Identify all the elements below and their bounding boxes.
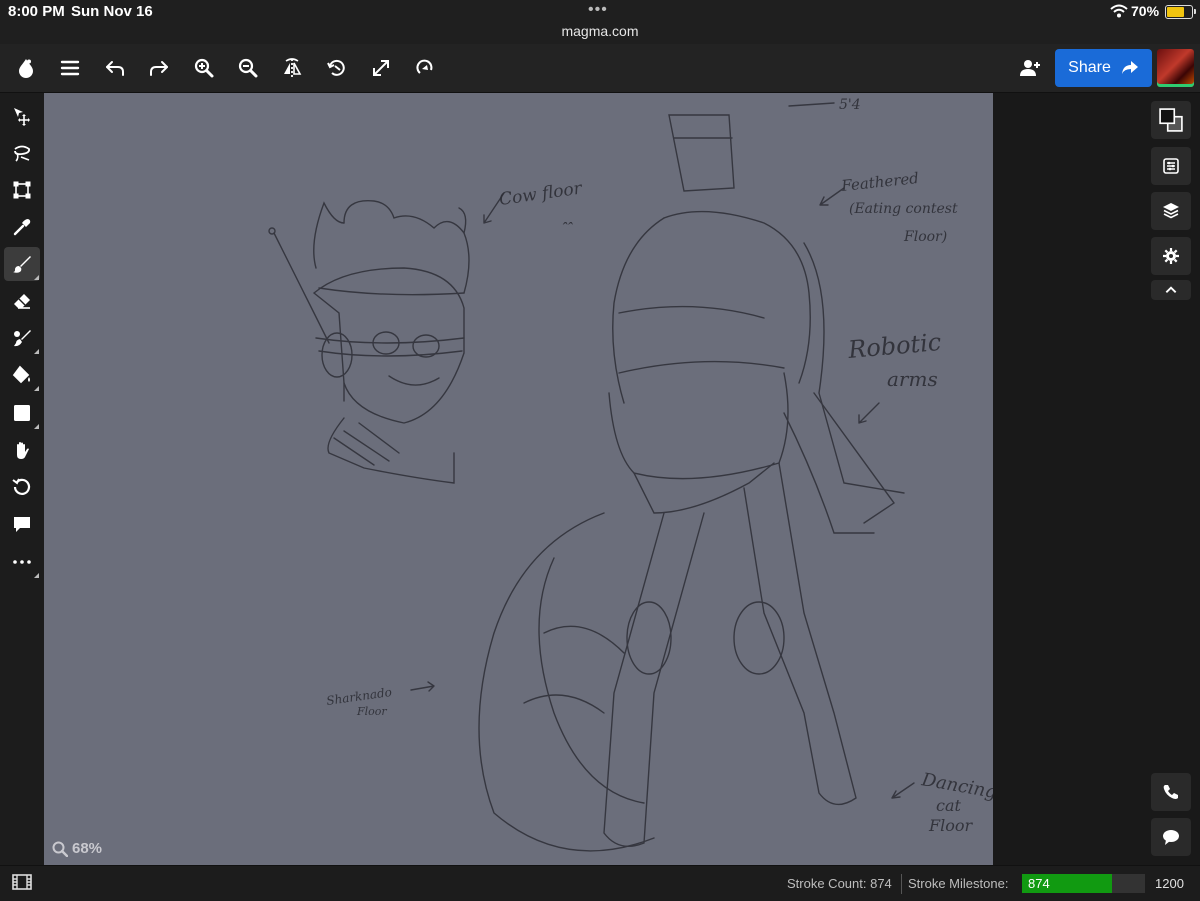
stroke-milestone-label: Stroke Milestone:: [908, 876, 1009, 891]
zoom-out-icon[interactable]: [228, 44, 268, 92]
transform-tool[interactable]: [4, 173, 40, 207]
undo-icon[interactable]: [95, 44, 135, 92]
annotation-height: 5'4: [839, 97, 861, 113]
zoom-indicator[interactable]: 68%: [52, 840, 102, 857]
gear-icon: [1163, 248, 1179, 264]
annotation-robotic-2: arms: [887, 367, 938, 391]
voice-call-button[interactable]: [1151, 773, 1191, 811]
reference-icon[interactable]: [405, 44, 445, 92]
zoom-level: 68%: [72, 840, 103, 857]
rotate-view-tool[interactable]: [4, 470, 40, 504]
magma-logo-icon[interactable]: [6, 44, 46, 92]
adjustments-button[interactable]: [1151, 147, 1191, 185]
tool-rail: [0, 93, 44, 865]
status-time: 8:00 PM: [8, 3, 65, 20]
eyedropper-tool[interactable]: [4, 210, 40, 244]
stroke-milestone-target: 1200: [1155, 876, 1184, 891]
menu-icon[interactable]: [50, 44, 90, 92]
eraser-icon: [14, 294, 30, 309]
share-arrow-icon: [1121, 61, 1138, 74]
top-toolbar: Share: [0, 44, 1200, 93]
fullscreen-icon[interactable]: [361, 44, 401, 92]
smudge-icon: [14, 330, 31, 347]
lasso-icon: [14, 145, 31, 162]
annotation-cow-floor-face: ꞈꞈ: [562, 206, 575, 225]
wifi-icon: [1110, 4, 1128, 18]
annotation-feathered-3: Floor): [903, 229, 947, 245]
phone-icon: [1163, 785, 1178, 799]
bottom-status-bar: Stroke Count: 874 Stroke Milestone: 874 …: [0, 865, 1200, 901]
comment-icon: [14, 517, 30, 532]
redo-icon[interactable]: [139, 44, 179, 92]
more-icon: [13, 560, 31, 564]
annotation-robotic-1: Robotic: [846, 328, 942, 364]
ios-status-bar: 8:00 PM Sun Nov 16 ••• magma.com 70%: [0, 0, 1200, 44]
layers-icon: [1163, 203, 1179, 219]
multitask-dots[interactable]: •••: [588, 1, 608, 19]
chat-button[interactable]: [1151, 818, 1191, 856]
stroke-milestone-progress: 874: [1022, 874, 1145, 893]
brush-tool[interactable]: [4, 247, 40, 281]
lasso-tool[interactable]: [4, 136, 40, 170]
select-move-icon: [14, 108, 30, 126]
chat-icon: [1163, 830, 1179, 845]
rotate-icon[interactable]: [317, 44, 357, 92]
layers-button[interactable]: [1151, 192, 1191, 230]
annotation-dancing-3: Floor: [928, 816, 973, 835]
drawing-canvas[interactable]: 5'4 Cow floor ꞈꞈ Feathered (Eating conte…: [44, 93, 993, 865]
comment-tool[interactable]: [4, 507, 40, 541]
annotation-feathered-1: Feathered: [840, 169, 920, 195]
divider: [901, 874, 902, 894]
more-tools[interactable]: [4, 545, 40, 579]
status-date: Sun Nov 16: [71, 3, 153, 20]
chevron-up-icon: [1165, 286, 1177, 293]
avatar[interactable]: [1157, 49, 1194, 87]
smudge-tool[interactable]: [4, 321, 40, 355]
annotation-dancing-2: cat: [936, 796, 962, 815]
color-swatch-icon: [1159, 108, 1183, 132]
flip-icon[interactable]: [272, 44, 312, 92]
fill-tool[interactable]: [4, 358, 40, 392]
annotation-feathered-2: (Eating contest: [849, 201, 958, 217]
eyedropper-icon: [13, 219, 31, 236]
hand-tool[interactable]: [4, 433, 40, 467]
adjustments-icon: [1163, 158, 1179, 174]
shape-tool[interactable]: [4, 396, 40, 430]
zoom-in-icon[interactable]: [184, 44, 224, 92]
battery-percent: 70%: [1131, 3, 1160, 19]
collapse-button[interactable]: [1151, 280, 1191, 300]
hand-icon: [17, 442, 29, 459]
fill-icon: [12, 365, 30, 384]
shape-icon: [14, 405, 30, 421]
share-button[interactable]: Share: [1055, 49, 1152, 87]
select-move-tool[interactable]: [4, 99, 40, 133]
share-label: Share: [1068, 59, 1111, 76]
add-user-icon[interactable]: [1010, 44, 1050, 92]
annotation-sharknado-2: Floor: [356, 705, 387, 718]
stroke-milestone-value: 874: [1028, 876, 1050, 891]
color-swatch-button[interactable]: [1151, 101, 1191, 139]
transform-icon: [13, 181, 31, 199]
timelapse-film-icon[interactable]: [12, 874, 32, 890]
settings-button[interactable]: [1151, 237, 1191, 275]
rotate-view-icon: [12, 478, 31, 495]
brush-icon: [13, 256, 31, 273]
stroke-count: Stroke Count: 874: [787, 876, 892, 891]
battery-icon: [1165, 5, 1196, 19]
url-label: magma.com: [561, 23, 639, 39]
sketch-artwork: 5'4 Cow floor ꞈꞈ Feathered (Eating conte…: [268, 97, 993, 852]
right-panel-rail: [993, 93, 1200, 865]
eraser-tool[interactable]: [4, 284, 40, 318]
search-icon: [52, 841, 68, 857]
